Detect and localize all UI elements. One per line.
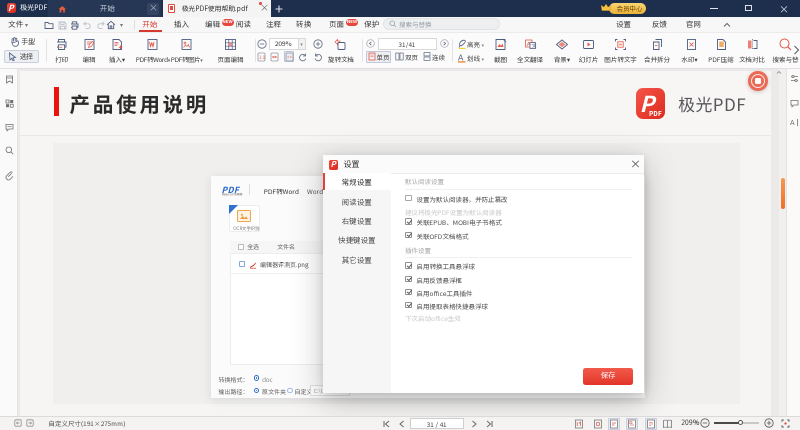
svg-text:1:1: 1:1 [259, 55, 266, 61]
svg-text:A: A [790, 118, 795, 127]
svg-text:文: 文 [531, 43, 537, 50]
